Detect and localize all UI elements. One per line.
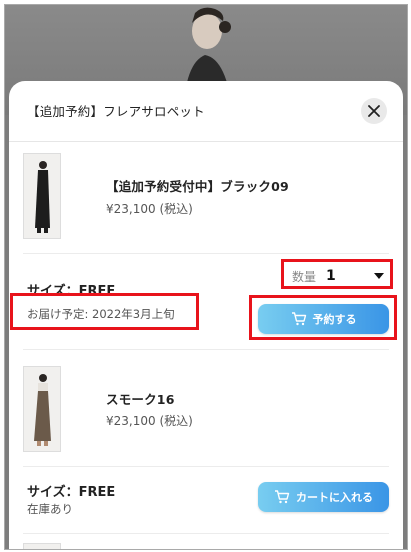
reserve-button-label: 予約する [312, 313, 357, 326]
sheet-header: 【追加予約】フレアサロペット [9, 81, 403, 142]
product-thumbnail-smoke[interactable] [23, 366, 61, 452]
product-thumbnail-next[interactable] [23, 543, 61, 549]
product-price-smoke: ¥23,100 (税込) [106, 414, 193, 428]
sheet-title: 【追加予約】フレアサロペット [27, 104, 205, 119]
quantity-value: 1 [326, 268, 336, 284]
delivery-date: お届け予定: 2022年3月上旬 [27, 307, 175, 321]
quantity-label: 数量 [292, 269, 317, 284]
divider [23, 533, 389, 534]
close-button[interactable] [361, 98, 387, 124]
product-price-black: ¥23,100 (税込) [106, 202, 193, 216]
product-image-black [24, 154, 60, 238]
product-image-smoke [24, 367, 60, 451]
cart-icon [291, 312, 306, 326]
product-thumbnail-black[interactable] [23, 153, 61, 239]
add-to-cart-button[interactable]: カートに入れる [258, 482, 389, 512]
divider [23, 253, 389, 254]
close-icon [368, 105, 380, 117]
caret-down-icon [374, 273, 384, 279]
divider [23, 349, 389, 350]
product-image-next [24, 544, 60, 549]
product-name-black: 【追加予約受付中】ブラック09 [106, 179, 289, 194]
add-to-cart-button-label: カートに入れる [296, 491, 373, 504]
quantity-select[interactable]: 数量 1 [286, 264, 390, 288]
screenshot-frame: 【追加予約】フレアサロペット 【追加予約受付中】ブラック09 ¥23,100 (… [4, 4, 408, 550]
divider [23, 466, 389, 467]
product-option-sheet: 【追加予約】フレアサロペット 【追加予約受付中】ブラック09 ¥23,100 (… [9, 81, 403, 549]
product-name-smoke: スモーク16 [106, 392, 175, 407]
reserve-button[interactable]: 予約する [258, 304, 389, 334]
cart-icon [275, 490, 290, 504]
size-label-black: サイズ：FREE [27, 284, 116, 299]
stock-status: 在庫あり [27, 502, 73, 516]
size-label-smoke: サイズ：FREE [27, 485, 116, 500]
